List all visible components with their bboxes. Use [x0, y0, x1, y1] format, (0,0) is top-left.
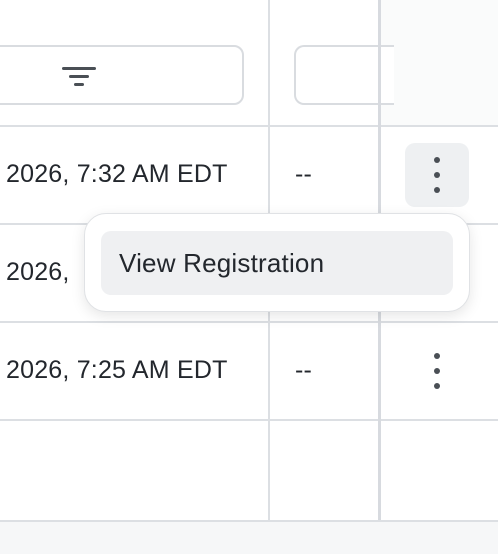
date-cell: 2026, 7:25 AM EDT [6, 356, 228, 384]
date-cell: 2026, [6, 258, 70, 286]
date-cell: 2026, 7:32 AM EDT [6, 160, 228, 188]
row-actions-button[interactable] [405, 339, 469, 403]
actions-column-header [381, 0, 498, 125]
row-divider [0, 125, 498, 127]
menu-item-view-registration[interactable]: View Registration [101, 231, 453, 295]
registrations-table: 2026, 7:32 AM EDT -- 2026, 2026, 7:25 AM… [0, 0, 498, 554]
table-footer [0, 520, 498, 554]
row-actions-button[interactable] [405, 143, 469, 207]
date-filter-input[interactable] [0, 45, 244, 105]
value-cell: -- [295, 356, 313, 384]
row-divider [0, 321, 498, 323]
row-actions-menu: View Registration [84, 213, 470, 312]
filter-icon[interactable] [62, 65, 96, 87]
value-cell: -- [295, 160, 313, 188]
more-vertical-icon [434, 157, 440, 193]
more-vertical-icon [434, 353, 440, 389]
row-divider [0, 419, 498, 421]
